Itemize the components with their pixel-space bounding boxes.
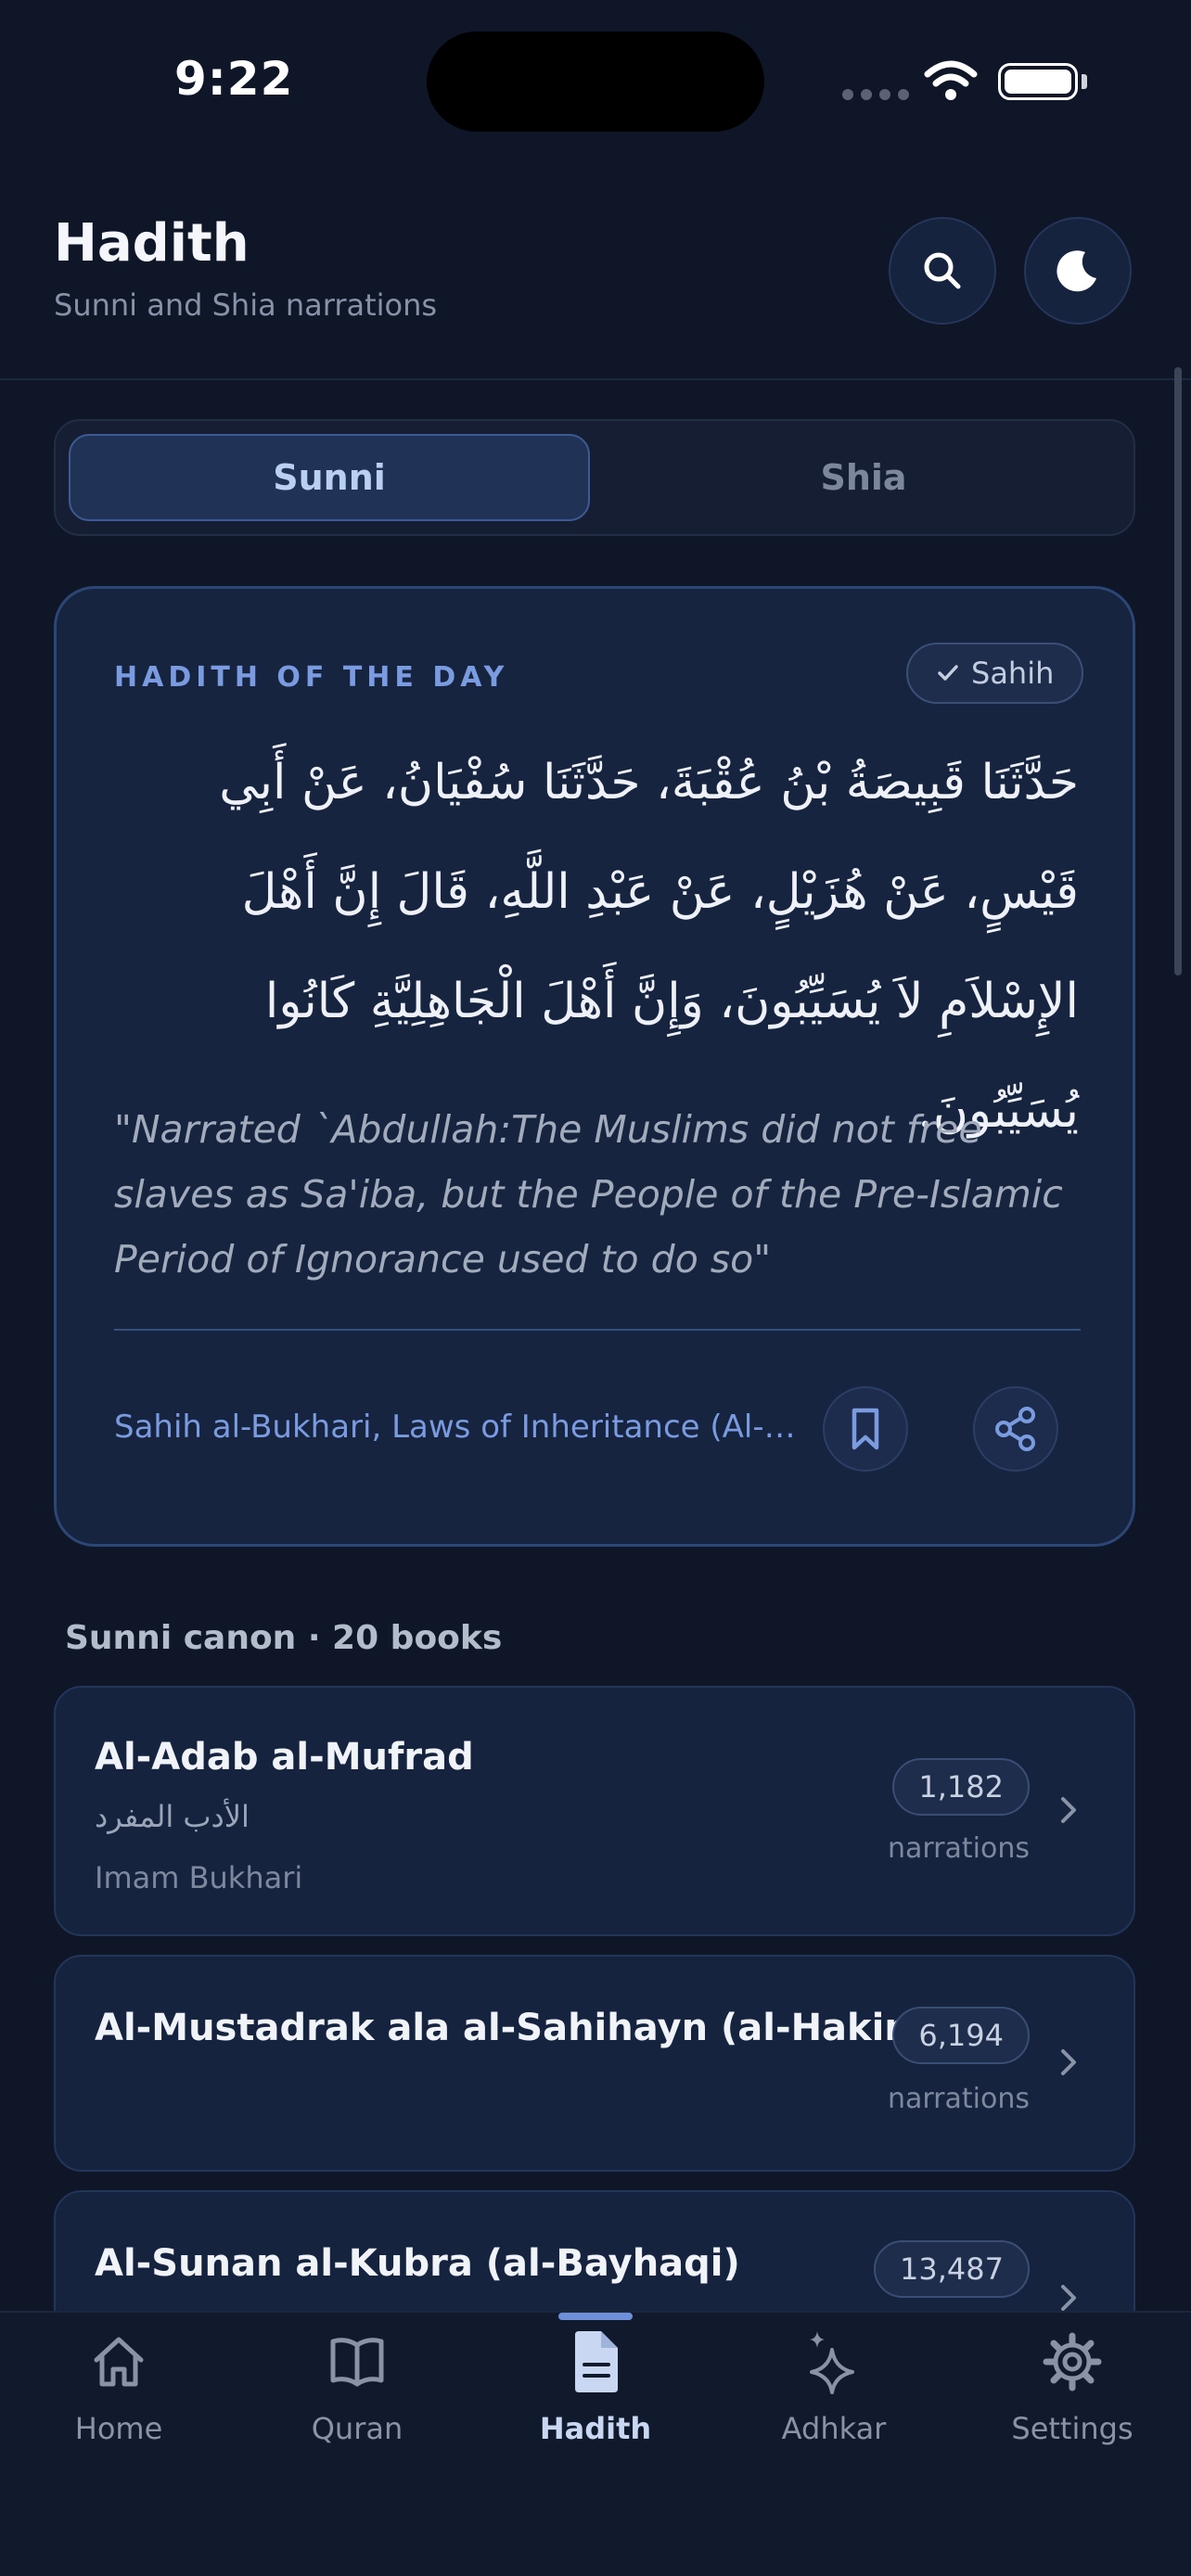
moon-icon <box>1057 250 1096 292</box>
narration-count-badge: 1,182 <box>892 1758 1030 1816</box>
document-icon <box>566 2329 625 2394</box>
hadith-of-the-day-card[interactable]: HADITH OF THE DAY Sahih حَدَّثَنَا قَبِي… <box>54 586 1135 1547</box>
share-button[interactable] <box>973 1386 1058 1472</box>
sparkles-icon <box>804 2329 864 2394</box>
tab-hadith[interactable]: Hadith <box>477 2313 714 2498</box>
theme-toggle-button[interactable] <box>1024 217 1132 325</box>
book-row[interactable]: Al-Mustadrak ala al-Sahihayn (al-Hakim) … <box>54 1955 1135 2172</box>
segment-shia[interactable]: Shia <box>603 434 1124 521</box>
narrations-label: narrations <box>887 1832 1030 1865</box>
section-heading: Sunni canon · 20 books <box>65 1619 503 1657</box>
bookmark-icon <box>852 1408 879 1450</box>
book-title: Al-Sunan al-Kubra (al-Bayhaqi) <box>95 2242 740 2285</box>
grade-label: Sahih <box>971 656 1055 691</box>
dynamic-island <box>427 32 764 132</box>
card-divider <box>114 1329 1081 1331</box>
scrollbar[interactable] <box>1174 367 1182 976</box>
tab-settings[interactable]: Settings <box>954 2313 1191 2498</box>
cellular-signal-icon <box>842 89 909 100</box>
battery-icon <box>998 63 1078 100</box>
segment-sunni[interactable]: Sunni <box>69 434 590 521</box>
chevron-right-icon <box>1061 1797 1076 1823</box>
wifi-icon <box>924 60 978 100</box>
tab-label: Quran <box>311 2411 403 2446</box>
book-arabic-title: الأدب المفرد <box>95 1799 250 1834</box>
tab-label: Home <box>74 2411 163 2446</box>
book-author: Imam Bukhari <box>95 1860 303 1895</box>
grade-badge: Sahih <box>906 643 1084 704</box>
book-title: Al-Mustadrak ala al-Sahihayn (al-Hakim) <box>95 2007 941 2049</box>
narrations-label: narrations <box>887 2083 1030 2115</box>
tab-home[interactable]: Home <box>0 2313 237 2498</box>
tab-bar: Home Quran Hadith Adhkar Settings <box>0 2311 1191 2576</box>
battery-cap <box>1082 74 1087 89</box>
status-time: 9:22 <box>174 52 294 106</box>
page-title: Hadith <box>54 213 250 274</box>
gear-icon <box>1043 2329 1102 2394</box>
narration-count-badge: 6,194 <box>892 2007 1030 2064</box>
search-icon <box>924 252 961 289</box>
search-button[interactable] <box>889 217 996 325</box>
header-divider <box>0 378 1191 380</box>
chevron-right-icon <box>1061 2049 1076 2075</box>
tab-label: Adhkar <box>781 2411 887 2446</box>
share-icon <box>995 1407 1035 1451</box>
book-open-icon <box>327 2329 387 2394</box>
book-row[interactable]: Al-Adab al-Mufrad الأدب المفرد Imam Bukh… <box>54 1686 1135 1936</box>
check-icon <box>938 665 958 681</box>
hadith-translation: "Narrated `Abdullah:The Muslims did not … <box>114 1107 1063 1282</box>
narration-count-badge: 13,487 <box>874 2240 1030 2298</box>
home-icon <box>89 2329 148 2394</box>
tab-label: Settings <box>1011 2411 1133 2446</box>
tab-adhkar[interactable]: Adhkar <box>715 2313 953 2498</box>
active-tab-indicator <box>558 2313 633 2320</box>
card-label: HADITH OF THE DAY <box>114 661 509 694</box>
hadith-source[interactable]: Sahih al-Bukhari, Laws of Inheritance (A… <box>114 1409 804 1446</box>
tab-quran[interactable]: Quran <box>238 2313 476 2498</box>
sect-segmented-control: Sunni Shia <box>54 419 1135 536</box>
tab-label: Hadith <box>539 2411 652 2446</box>
page-subtitle: Sunni and Shia narrations <box>54 287 438 323</box>
bookmark-button[interactable] <box>823 1386 908 1472</box>
book-title: Al-Adab al-Mufrad <box>95 1736 474 1779</box>
